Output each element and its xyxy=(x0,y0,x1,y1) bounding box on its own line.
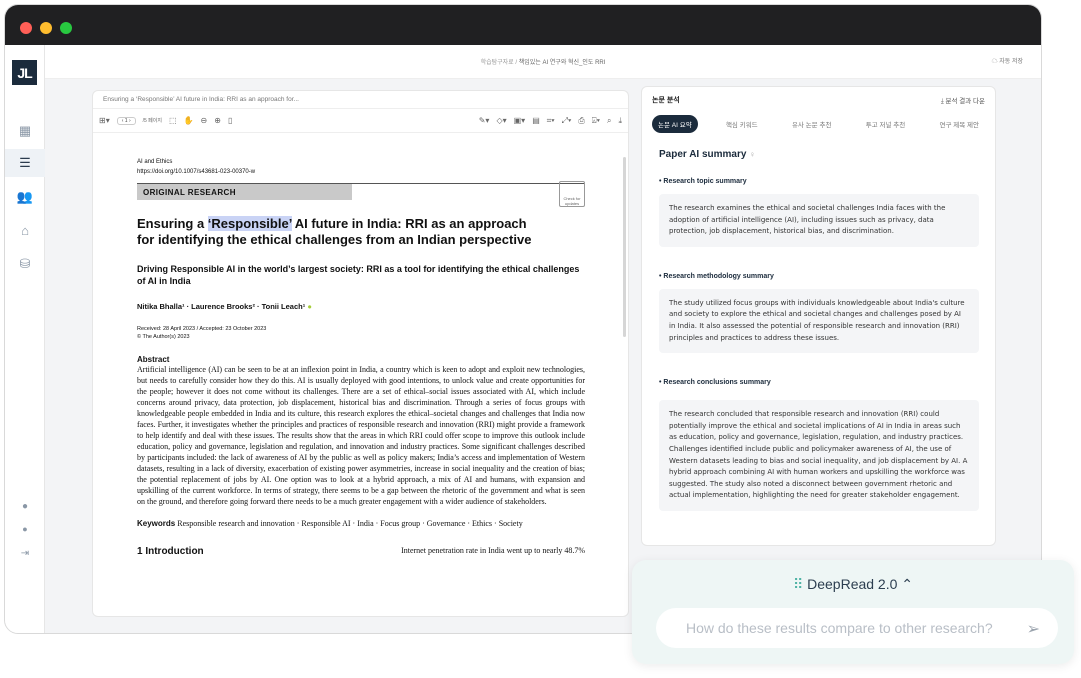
scrollbar[interactable] xyxy=(623,157,626,337)
page-count: /5 페이지 xyxy=(142,118,162,124)
deepread-chat-widget: ⠿ DeepRead 2.0 ⌃ ➢ xyxy=(632,560,1074,664)
summary-title: Paper AI summary ♀ xyxy=(659,149,756,160)
chat-input-box: ➢ xyxy=(656,608,1058,648)
home-icon[interactable]: ⌂ xyxy=(5,216,45,244)
section-heading: • Research conclusions summary xyxy=(659,379,771,387)
autosave-status[interactable]: ☁ 자동 저장 xyxy=(992,56,1023,65)
database-icon[interactable]: ⛁ xyxy=(5,250,45,278)
summary-content: Paper AI summary ♀ • Research topic summ… xyxy=(659,149,979,511)
fullscreen-icon[interactable]: ⤢▾ xyxy=(562,116,572,126)
ai-analysis-panel: 논문 분석 ⤓ 분석 결과 다운 논문 AI 요약 핵심 키워드 유사 논문 추… xyxy=(641,86,996,546)
journal-name: AI and Ethics xyxy=(137,159,173,165)
chevron-up-icon[interactable]: ⌃ xyxy=(901,576,913,592)
top-bar: 학습탐구자료 / 책임있는 AI 연구와 혁신_인도 RRI ☁ 자동 저장 xyxy=(45,45,1041,79)
paper-subtitle: Driving Responsible AI in the world’s la… xyxy=(137,264,580,286)
pdf-page: AI and Ethics https://doi.org/10.1007/s4… xyxy=(137,157,585,557)
minimize-window-button[interactable] xyxy=(40,22,52,34)
app-logo[interactable]: JL xyxy=(12,60,37,85)
zoom-in-icon[interactable]: ⊕ xyxy=(214,116,221,125)
breadcrumb: 학습탐구자료 / 책임있는 AI 연구와 혁신_인도 RRI xyxy=(45,57,1041,66)
breadcrumb-parent[interactable]: 학습탐구자료 xyxy=(481,60,514,66)
pdf-viewer: Ensuring a ‘Responsible’ AI future in In… xyxy=(92,90,629,617)
sidebar: JL ▦ ☰ 👥 ⌂ ⛁ ● ● ⇥ SY xyxy=(5,45,45,633)
tab-keywords[interactable]: 핵심 키워드 xyxy=(720,115,764,133)
download-results-button[interactable]: ⤓ 분석 결과 다운 xyxy=(941,95,985,106)
bulb-icon: ♀ xyxy=(749,150,756,159)
pdf-toolbar: ⊞▾ ‹ 1 › /5 페이지 ⬚ ✋ ⊖ ⊕ ▯ ✎▾ ◇▾ ▣▾ ▤ ⌗▾ … xyxy=(93,109,628,133)
print-icon[interactable]: ⎙ xyxy=(578,116,584,126)
keywords: Keywords Responsible research and innova… xyxy=(137,519,523,528)
abstract-text: Artificial intelligence (AI) can be seen… xyxy=(137,365,585,506)
abstract-heading: Abstract xyxy=(137,355,170,364)
crop-icon[interactable]: ⌗▾ xyxy=(547,116,555,126)
tab-title-suggest[interactable]: 연구 제목 제안 xyxy=(933,115,985,133)
highlight-icon[interactable]: ✎▾ xyxy=(479,116,490,125)
title-bar xyxy=(5,5,1041,45)
orcid-icon[interactable]: ● xyxy=(307,302,312,311)
grid-icon[interactable]: ▦ xyxy=(5,117,45,145)
maximize-window-button[interactable] xyxy=(60,22,72,34)
tab-ai-summary[interactable]: 논문 AI 요약 xyxy=(652,115,698,133)
note-icon[interactable]: ▤ xyxy=(532,116,540,125)
avatar[interactable]: SY xyxy=(13,633,37,634)
panel-title: 논문 분석 xyxy=(652,97,680,104)
document-tab-title[interactable]: Ensuring a ‘Responsible’ AI future in In… xyxy=(93,91,628,109)
check-updates-badge[interactable]: Check for updates xyxy=(559,181,585,207)
thumbnail-icon[interactable]: ⊞▾ xyxy=(99,116,110,125)
section-heading: • Research topic summary xyxy=(659,178,747,185)
autosave-label: 자동 저장 xyxy=(999,59,1023,65)
deepread-logo-icon: ⠿ xyxy=(792,576,804,592)
paper-authors: Nitika Bhalla¹ · Laurence Brooks² · Toni… xyxy=(137,302,312,311)
paper-dates: Received: 28 April 2023 / Accepted: 23 O… xyxy=(137,326,267,340)
search-icon[interactable]: ⌕ xyxy=(607,116,611,126)
breadcrumb-current: 책임있는 AI 연구와 혁신_인도 RRI xyxy=(518,60,606,66)
intro-text: Internet penetration rate in India went … xyxy=(401,546,585,555)
deepread-title: DeepRead 2.0 xyxy=(807,576,898,592)
select-icon[interactable]: ⬚ xyxy=(169,116,177,125)
tab-similar-papers[interactable]: 유사 논문 추천 xyxy=(786,115,838,133)
section-text: The study utilized focus groups with ind… xyxy=(659,288,979,354)
shape-icon[interactable]: ◇▾ xyxy=(496,116,506,125)
hand-icon[interactable]: ✋ xyxy=(184,116,194,125)
analysis-tabs: 논문 AI 요약 핵심 키워드 유사 논문 추천 투고 저널 추천 연구 제목 … xyxy=(652,115,985,133)
intro-heading: 1 Introduction xyxy=(137,546,204,557)
close-window-button[interactable] xyxy=(20,22,32,34)
introduction: 1 Introduction Internet penetration rate… xyxy=(137,546,585,557)
page-number: 1 xyxy=(124,117,128,124)
list-filter-icon[interactable]: ☰ xyxy=(5,149,45,177)
section-text: The research concluded that responsible … xyxy=(659,400,979,511)
export-icon[interactable]: ⇥ xyxy=(5,539,45,567)
zoom-out-icon[interactable]: ⊖ xyxy=(201,116,208,125)
chat-input[interactable] xyxy=(686,620,1006,636)
send-icon[interactable]: ➢ xyxy=(1027,619,1040,639)
download-icon[interactable]: ⤓ xyxy=(618,116,622,126)
section-label: ORIGINAL RESEARCH xyxy=(137,184,352,200)
fit-page-icon[interactable]: ▯ xyxy=(228,116,232,125)
doi-link[interactable]: https://doi.org/10.1007/s43681-023-00370… xyxy=(137,167,585,177)
page-input[interactable]: ‹ 1 › xyxy=(116,116,136,125)
users-icon[interactable]: 👥 xyxy=(5,183,45,211)
paper-title: Ensuring a ‘Responsible’ AI future in In… xyxy=(137,216,532,247)
deepread-header[interactable]: ⠿ DeepRead 2.0 ⌃ xyxy=(632,576,1074,593)
highlighted-text[interactable]: ‘Responsible’ xyxy=(207,216,292,231)
tab-journal-recommend[interactable]: 투고 저널 추천 xyxy=(860,115,912,133)
section-text: The research examines the ethical and so… xyxy=(659,194,979,247)
divider: ORIGINAL RESEARCH xyxy=(137,183,585,200)
stamp-icon[interactable]: ⍓▾ xyxy=(592,116,600,126)
section-heading: • Research methodology summary xyxy=(659,272,774,280)
image-icon[interactable]: ▣▾ xyxy=(514,116,526,125)
